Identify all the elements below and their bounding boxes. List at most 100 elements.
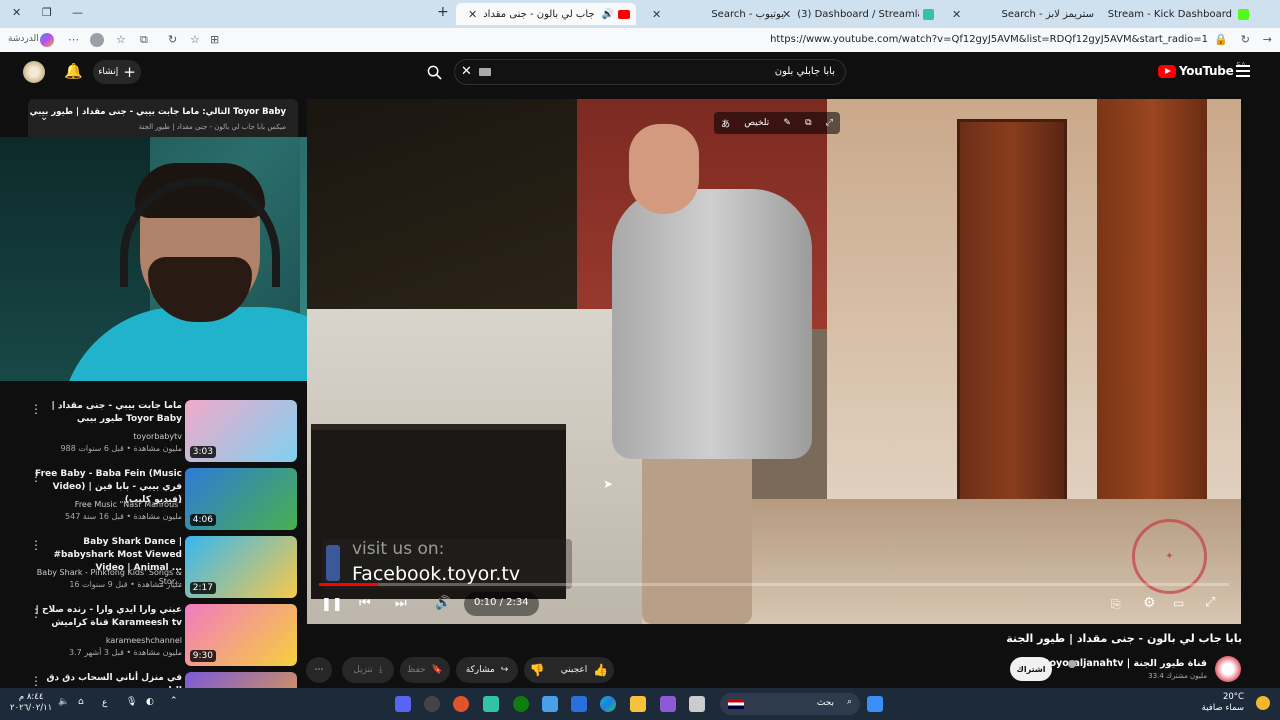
search-icon[interactable]	[420, 58, 448, 86]
subtitles-icon[interactable]: ⎘	[1111, 597, 1121, 612]
translate-icon[interactable]: あ	[721, 117, 730, 130]
network-tray-icon[interactable]: ⌂	[78, 697, 84, 707]
chat-label[interactable]: الدردشة	[8, 34, 39, 44]
more-options-icon[interactable]: ⋮	[30, 470, 42, 484]
recommendation-item[interactable]: 4:06 Free Baby - Baba Fein (Music Video) …	[0, 468, 300, 530]
notifications-icon[interactable]: 🔔	[64, 62, 83, 80]
split-screen-icon[interactable]: ⊞	[210, 33, 219, 46]
close-tab-icon[interactable]: ✕	[952, 8, 961, 21]
add-favorite-icon[interactable]: ☆	[190, 33, 200, 46]
brave-icon[interactable]	[453, 696, 469, 712]
recommendation-item[interactable]: في منزل أناني السحاب دق دق الباب⋮	[0, 672, 300, 688]
volume-icon[interactable]: 🔊	[435, 596, 451, 611]
copilot-icon[interactable]	[40, 33, 54, 47]
tab-kick-dashboard[interactable]: Stream - Kick Dashboard	[1100, 3, 1255, 25]
recommendation-item[interactable]: 2:17 Baby Shark Dance | #babyshark Most V…	[0, 536, 300, 598]
clock[interactable]: ٨:٤٤ م ٢٠٢٦/٠٢/١١	[10, 692, 52, 714]
subscribe-button[interactable]: اشتراك	[1010, 657, 1052, 681]
back-icon[interactable]: →	[1263, 33, 1272, 46]
tab-search-youtube[interactable]: ✕ Search - يوتيوب	[640, 3, 790, 25]
tab-active-video[interactable]: ✕ بابا جاب لي بالون - جنى مقداد 🔊	[456, 3, 636, 25]
start-icon[interactable]	[867, 696, 883, 712]
restore-window-icon[interactable]: ❐	[42, 6, 52, 19]
more-options-icon[interactable]: ⋮	[30, 402, 42, 416]
fullscreen-icon[interactable]: ⤢	[1205, 595, 1215, 610]
logo[interactable]: YouTube SA	[1158, 61, 1246, 78]
recommendation-item[interactable]: 3:03 ماما جابت بيبي - جنى مقداد | طيور بي…	[0, 400, 300, 462]
guide-menu-icon[interactable]	[1236, 65, 1250, 77]
taskbar-search[interactable]: بحث ⌕	[720, 693, 860, 715]
next-icon[interactable]: ⏭	[395, 596, 407, 611]
download-button[interactable]: تنزيل ⤓	[342, 657, 394, 683]
weather-widget[interactable]: 20°C سماء صافية	[1202, 692, 1244, 714]
summary-button[interactable]: تلخيص	[744, 118, 769, 128]
close-window-icon[interactable]: ✕	[12, 6, 21, 19]
speaker-tray-icon[interactable]: 🔈	[58, 697, 69, 707]
more-actions-icon[interactable]: ⋯	[306, 657, 332, 683]
more-options-icon[interactable]: ⋮	[30, 674, 42, 688]
refresh-icon[interactable]: ↻	[168, 33, 177, 46]
settings-gear-icon[interactable]: ⚙	[1143, 595, 1156, 611]
edge-tray-icon[interactable]: ◐	[146, 697, 154, 707]
close-tab-icon[interactable]: ✕	[468, 8, 477, 21]
new-tab-icon[interactable]: +	[437, 4, 449, 20]
recommendation-title[interactable]: في منزل أناني السحاب دق دق الباب	[32, 672, 182, 688]
like-label[interactable]: اعجبني	[561, 665, 588, 675]
playlist-panel[interactable]: ⌄ التالي: ماما جابت بيبي - جنى مقداد | ط…	[28, 99, 298, 137]
more-options-icon[interactable]: ⋮	[30, 606, 42, 620]
paint-icon[interactable]	[660, 696, 676, 712]
favorites-icon[interactable]: ☆	[116, 33, 126, 46]
speaker-icon[interactable]: 🔊	[602, 9, 614, 20]
obs-icon[interactable]	[424, 696, 440, 712]
pip-icon[interactable]: ⧉	[805, 118, 811, 128]
dislike-icon[interactable]: 👎	[530, 663, 545, 677]
search-input[interactable]: ✕ بابا جابلي بلون	[454, 59, 846, 85]
microphone-icon[interactable]: 🎙	[126, 697, 137, 707]
progress-bar[interactable]	[319, 583, 1229, 586]
more-options-icon[interactable]: ⋮	[30, 538, 42, 552]
profile-avatar[interactable]	[90, 33, 104, 47]
recommendation-item[interactable]: 9:30 عيني وارا ايدي وارا - رنده صلاح | قن…	[0, 604, 300, 666]
like-icon[interactable]: 👍	[593, 663, 608, 677]
notepad-icon[interactable]	[542, 696, 558, 712]
video-player[interactable]: ✦ visit us on: Facebook.toyor.tv あ تلخيص…	[307, 99, 1241, 624]
more-menu-icon[interactable]: ⋯	[68, 33, 79, 46]
close-tab-icon[interactable]: ✕	[652, 8, 661, 21]
recommendation-title[interactable]: عيني وارا ايدي وارا - رنده صلاح | قناة ك…	[32, 604, 182, 630]
tab-search-streamlabs[interactable]: ✕ Search - ستريمز لابز	[940, 3, 1100, 25]
file-explorer-icon[interactable]	[630, 696, 646, 712]
share-button[interactable]: مشاركة ↪	[456, 657, 518, 683]
close-tab-icon[interactable]: ✕	[782, 8, 791, 21]
recommendation-channel[interactable]: toyorbabytv	[22, 432, 182, 441]
url-field[interactable]: https://www.youtube.com/watch?v=Qf12gyJ5…	[770, 34, 1208, 45]
recommendation-channel[interactable]: Free Music "Nasr Mahrous"	[22, 500, 182, 509]
account-avatar[interactable]	[23, 61, 45, 83]
tab-streamlabs-dashboard[interactable]: ✕ (3) Dashboard / Streamlabs	[770, 3, 940, 25]
edge-icon[interactable]	[600, 696, 616, 712]
save-button[interactable]: حفظ 🔖	[400, 657, 450, 683]
create-button[interactable]: إنشاء +	[93, 60, 141, 84]
channel-avatar[interactable]	[1215, 656, 1241, 682]
minimize-window-icon[interactable]: —	[72, 6, 83, 19]
pause-icon[interactable]: ❚❚	[321, 597, 343, 612]
keyboard-icon[interactable]	[479, 68, 491, 76]
streamlabs-icon[interactable]	[483, 696, 499, 712]
windows-taskbar: ٨:٤٤ م ٢٠٢٦/٠٢/١١ 🔈 ⌂ ع 🎙 ◐ ⌃ بحث ⌕ 20°C…	[0, 688, 1280, 720]
recommendation-title[interactable]: ماما جابت بيبي - جنى مقداد | طيور بيبي T…	[32, 400, 182, 426]
extensions-icon[interactable]: ⧉	[140, 33, 148, 47]
video-thumbnail[interactable]	[185, 672, 297, 688]
reload-icon[interactable]: ↻	[1241, 33, 1250, 46]
xbox-icon[interactable]	[513, 696, 529, 712]
store-icon[interactable]	[571, 696, 587, 712]
notes-icon[interactable]: ✎	[783, 118, 791, 128]
fullscreen-top-icon[interactable]: ⤢	[826, 118, 833, 128]
previous-icon[interactable]: ⏮	[359, 596, 371, 611]
recommendation-channel[interactable]: karameeshchannel	[22, 636, 182, 645]
discord-icon[interactable]	[395, 696, 411, 712]
theater-mode-icon[interactable]: ▭	[1173, 596, 1184, 610]
person-head	[629, 124, 699, 214]
language-indicator[interactable]: ع	[102, 698, 107, 708]
task-view-icon[interactable]	[689, 696, 705, 712]
show-hidden-icons[interactable]: ⌃	[170, 696, 178, 706]
clear-search-icon[interactable]: ✕	[461, 64, 472, 79]
